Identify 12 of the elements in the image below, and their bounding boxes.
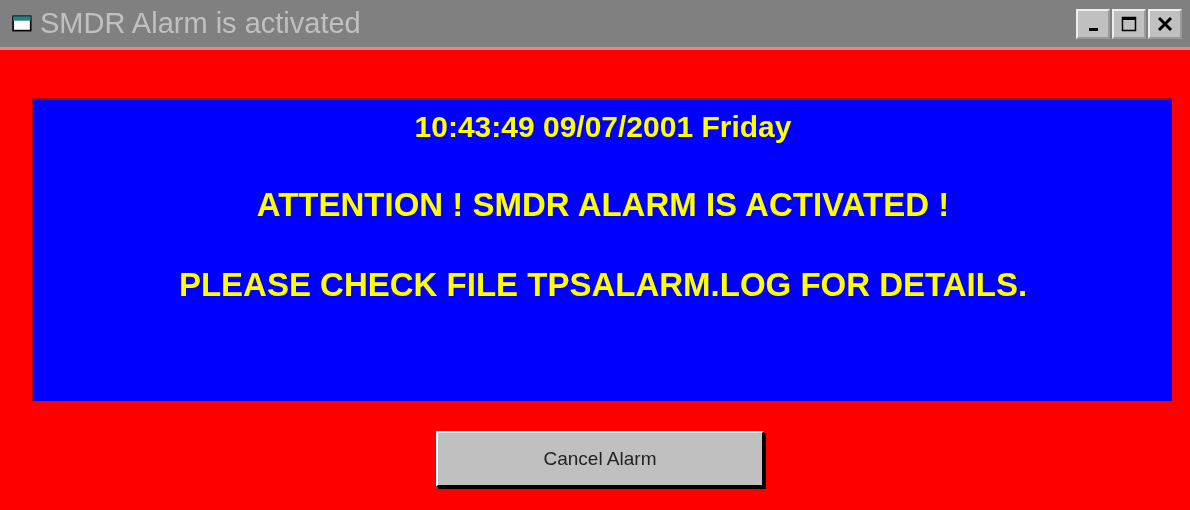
- alarm-message: 10:43:49 09/07/2001 Friday: [414, 110, 792, 144]
- maximize-icon: [1121, 15, 1137, 32]
- alarm-message: PLEASE CHECK FILE TPSALARM.LOG FOR DETAILS.: [178, 266, 1028, 304]
- minimize-button[interactable]: [1076, 8, 1110, 39]
- window-title: SMDR Alarm is activated: [40, 7, 362, 40]
- close-button[interactable]: [1148, 8, 1182, 39]
- alarm-message: ATTENTION ! SMDR ALARM IS ACTIVATED !: [256, 186, 950, 224]
- close-icon: [1157, 15, 1173, 32]
- window-app-icon: [12, 13, 34, 34]
- cancel-alarm-button[interactable]: Cancel Alarm: [436, 431, 764, 487]
- maximize-button[interactable]: [1112, 8, 1146, 39]
- minimize-icon: [1088, 28, 1098, 31]
